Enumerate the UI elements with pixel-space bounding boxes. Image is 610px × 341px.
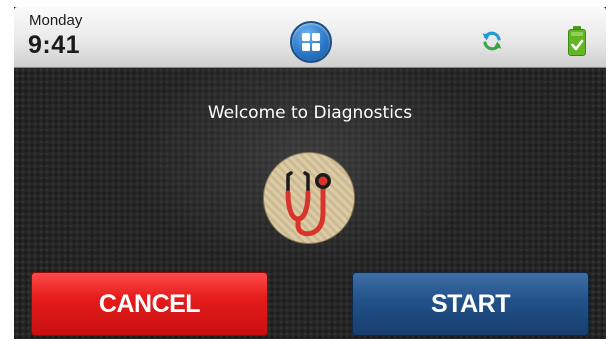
stethoscope-badge	[264, 153, 354, 243]
battery-check-icon	[568, 26, 586, 56]
clock-time: 9:41	[28, 31, 81, 59]
start-button[interactable]: START	[352, 272, 589, 336]
cancel-button[interactable]: CANCEL	[31, 272, 268, 336]
sync-icon[interactable]	[481, 30, 503, 52]
stethoscope-icon	[285, 171, 331, 237]
diagnostics-screen: Monday 9:41 Welcome to Diagnostics CANCE…	[14, 7, 606, 339]
welcome-heading: Welcome to Diagnostics	[207, 103, 413, 123]
status-bar: Monday 9:41	[14, 7, 606, 68]
home-button[interactable]	[290, 21, 332, 63]
grid-home-icon	[302, 33, 320, 51]
day-label: Monday	[29, 12, 83, 29]
